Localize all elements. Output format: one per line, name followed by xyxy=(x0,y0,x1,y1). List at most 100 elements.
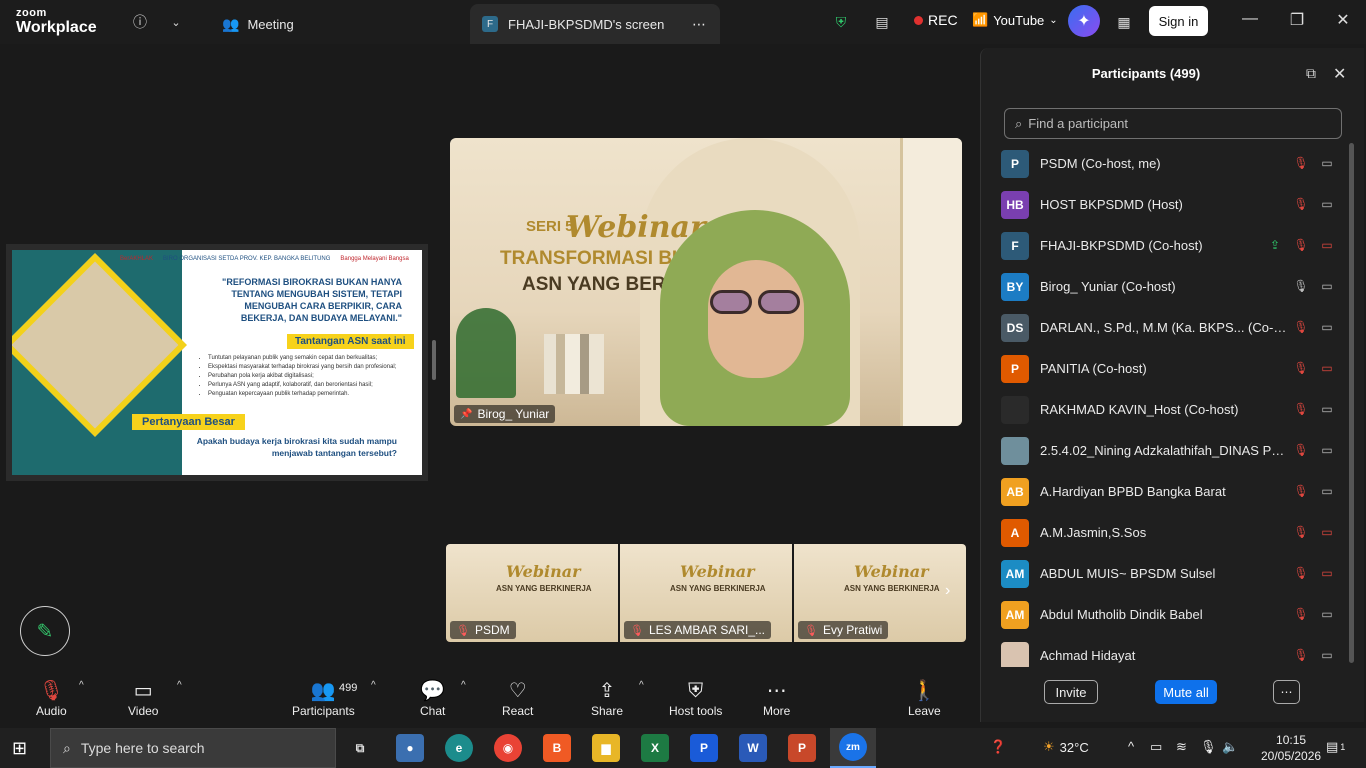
close-icon[interactable]: ✕ xyxy=(1331,10,1355,30)
meeting-icon: 👥 xyxy=(222,15,240,32)
windows-start-icon[interactable]: ⊞ xyxy=(12,738,27,759)
participant-name: 2.5.4.02_Nining Adzkalathifah_DINAS PER.… xyxy=(1040,443,1290,458)
participant-row[interactable]: AM Abdul Mutholib Dindik Babel 🎙 ▭ xyxy=(995,594,1349,635)
share-options-caret-icon[interactable]: ^ xyxy=(639,680,644,691)
participant-row[interactable]: HBHOST BKPSDMD (Host)●🎙▭ xyxy=(995,184,1349,225)
video-options-caret-icon[interactable]: ^ xyxy=(177,680,182,691)
volume-icon[interactable]: 🔈 xyxy=(1222,739,1238,755)
participant-row[interactable]: BY Birog_ Yuniar (Co-host) 🎙 ▭ xyxy=(995,266,1349,307)
task-view-icon[interactable]: ⧉ xyxy=(346,734,374,762)
recording-indicator[interactable]: REC xyxy=(914,12,958,28)
notification-icon: ▤ xyxy=(1326,739,1339,754)
participant-row[interactable]: AM ABDUL MUIS~ BPSDM Sulsel 🎙 ▭ xyxy=(995,553,1349,594)
more-options-icon[interactable]: ⋯ xyxy=(692,16,706,33)
shield-icon: ⛨ xyxy=(688,680,704,702)
edge-browser-icon[interactable]: e xyxy=(445,734,473,762)
minimize-icon[interactable]: — xyxy=(1238,10,1262,28)
slide-bullet: Tuntutan pelayanan publik yang semakin c… xyxy=(208,354,396,363)
participant-row[interactable]: P PSDM (Co-host, me) 🎙 ▭ xyxy=(995,143,1349,184)
participant-name: Abdul Mutholib Dindik Babel xyxy=(1040,607,1203,622)
invite-button[interactable]: Invite xyxy=(1044,680,1098,704)
slide-logo-bangga: Bangga Melayani Bangsa xyxy=(340,256,409,262)
video-thumbnail[interactable]: Webinar ASN YANG BERKINERJA 🎙 LES AMBAR S… xyxy=(620,544,792,642)
weather-widget[interactable]: ☀ 32°C xyxy=(1043,739,1089,755)
video-off-icon: ▭ xyxy=(1321,238,1333,252)
app-icon[interactable]: P xyxy=(690,734,718,762)
chat-options-caret-icon[interactable]: ^ xyxy=(461,680,466,691)
notifications-button[interactable]: ▤ 1 xyxy=(1326,739,1345,755)
chrome-browser-icon[interactable]: ◉ xyxy=(494,734,522,762)
audio-button[interactable]: 🎙 Audio xyxy=(36,678,67,718)
participant-row[interactable]: A A.M.Jasmin,S.Sos 🎙 ▭ xyxy=(995,512,1349,553)
avatar xyxy=(1001,395,1029,424)
zoom-taskbar-icon[interactable]: zm xyxy=(830,728,876,768)
participant-row[interactable]: DS DARLAN., S.Pd., M.M (Ka. BKPS... (Co-h… xyxy=(995,307,1349,348)
battery-icon[interactable]: ▭ xyxy=(1150,739,1162,755)
video-thumbnail[interactable]: Webinar ASN YANG BERKINERJA 🎙 PSDM xyxy=(446,544,618,642)
participant-row[interactable]: AB A.Hardiyan BPBD Bangka Barat 🎙 ▭ xyxy=(995,471,1349,512)
sign-in-button[interactable]: Sign in xyxy=(1149,6,1208,36)
app-icon[interactable]: ● xyxy=(396,734,424,762)
chevron-down-icon[interactable]: ⌄ xyxy=(164,10,188,34)
more-button[interactable]: ⋯ More xyxy=(763,678,790,718)
scrollbar[interactable] xyxy=(1349,143,1354,663)
youtube-livestream[interactable]: 📶 YouTube ⌄ xyxy=(972,12,1058,28)
shared-screen[interactable]: BerAKHLAK BIRO ORGANISASI SETDA PROV. KE… xyxy=(6,244,428,481)
annotate-pencil-icon[interactable]: ✎ xyxy=(20,606,70,656)
active-speaker-video[interactable]: SERI 5 Webinar TRANSFORMASI BUDAY ASN YA… xyxy=(450,138,962,426)
react-button[interactable]: ♡ React xyxy=(502,678,533,718)
host-tools-button[interactable]: ⛨ Host tools xyxy=(669,678,722,718)
participant-row[interactable]: F FHAJI-BKPSDMD (Co-host) ⇪ 🎙 ▭ xyxy=(995,225,1349,266)
more-options-icon[interactable]: ⋯ xyxy=(1273,680,1300,704)
microphone-icon[interactable]: 🎙 xyxy=(1200,739,1217,755)
taskbar-search[interactable]: ⌕ Type here to search xyxy=(50,728,336,768)
video-camera-icon: ▭ xyxy=(133,680,153,702)
ai-companion-icon[interactable]: ✦ xyxy=(1068,5,1100,37)
pop-out-icon[interactable]: ⧉ xyxy=(1306,65,1316,82)
video-thumbnail[interactable]: Webinar ASN YANG BERKINERJA 🎙 Evy Pratiwi xyxy=(794,544,966,642)
share-button[interactable]: ⇪ Share xyxy=(591,678,623,718)
clock-date: 20/05/2026 xyxy=(1261,749,1322,763)
participants-options-caret-icon[interactable]: ^ xyxy=(371,680,376,691)
avatar: AB xyxy=(1001,477,1029,506)
file-explorer-icon[interactable]: ▆ xyxy=(592,734,620,762)
restore-icon[interactable]: ❐ xyxy=(1285,10,1309,30)
excel-icon[interactable]: X xyxy=(641,734,669,762)
chat-button[interactable]: 💬 Chat xyxy=(420,678,445,718)
mic-muted-icon: 🎙 xyxy=(1293,197,1309,211)
participant-row[interactable]: RAKHMAD KAVIN_Host (Co-host) 🎙 ▭ xyxy=(995,389,1349,430)
participant-row[interactable]: Achmad Hidayat 🎙 ▭ xyxy=(995,635,1349,667)
video-button[interactable]: ▭ Video xyxy=(128,678,158,718)
leave-button[interactable]: 🚶 Leave xyxy=(908,678,941,718)
brave-browser-icon[interactable]: B xyxy=(543,734,571,762)
tab-meeting[interactable]: 👥 Meeting xyxy=(210,4,306,44)
system-clock[interactable]: 10:15 20/05/2026 xyxy=(1261,732,1321,764)
video-camera-icon: ▭ xyxy=(1321,484,1333,498)
info-icon[interactable]: ⓘ xyxy=(128,10,152,34)
participant-row[interactable]: 2.5.4.02_Nining Adzkalathifah_DINAS PER.… xyxy=(995,430,1349,471)
participant-search[interactable]: ⌕ xyxy=(1004,108,1342,139)
audio-options-caret-icon[interactable]: ^ xyxy=(79,680,84,691)
wifi-icon[interactable]: ≋ xyxy=(1176,739,1187,755)
slide-question-heading: Pertanyaan Besar xyxy=(132,414,245,430)
mic-muted-icon: 🎙 xyxy=(38,680,65,702)
search-input[interactable] xyxy=(1028,116,1319,131)
resize-handle[interactable] xyxy=(432,340,436,380)
word-icon[interactable]: W xyxy=(739,734,767,762)
layout-icon[interactable]: ▦ xyxy=(1112,10,1136,34)
help-icon[interactable]: ❓ xyxy=(990,739,1006,755)
avatar: A xyxy=(1001,518,1029,547)
tab-shared-screen[interactable]: F FHAJI-BKPSDMD's screen ⋯ xyxy=(470,4,720,44)
participant-status-icons: 🎙 ▭ xyxy=(1293,524,1335,540)
close-icon[interactable]: ✕ xyxy=(1333,64,1346,84)
meeting-stage: BerAKHLAK BIRO ORGANISASI SETDA PROV. KE… xyxy=(0,44,980,668)
chevron-right-icon[interactable]: › xyxy=(945,582,950,600)
powerpoint-icon[interactable]: P xyxy=(788,734,816,762)
thumb-name: PSDM xyxy=(474,623,510,637)
participant-row[interactable]: P PANITIA (Co-host) 🎙 ▭ xyxy=(995,348,1349,389)
chevron-up-icon[interactable]: ^ xyxy=(1128,739,1134,754)
heart-icon: ♡ xyxy=(508,680,527,702)
mute-all-button[interactable]: Mute all xyxy=(1155,680,1217,704)
security-shield-icon[interactable]: ⛨ xyxy=(829,10,853,34)
captions-icon[interactable]: ▤ xyxy=(870,10,894,34)
